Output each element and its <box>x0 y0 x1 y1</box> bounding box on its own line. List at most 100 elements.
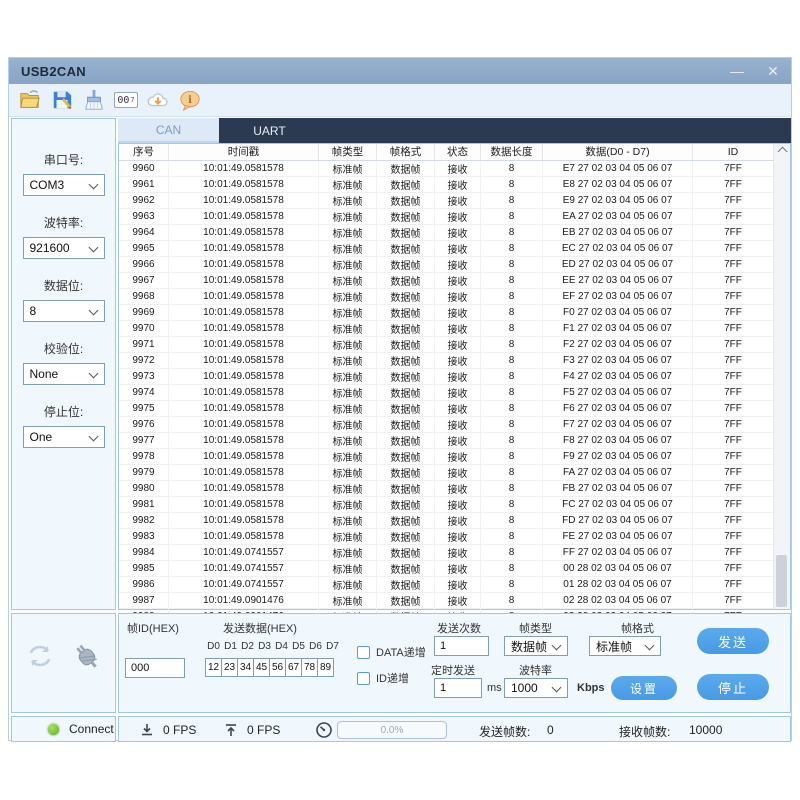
connection-led-icon <box>48 724 59 735</box>
table-row[interactable]: 9962 10:01:49.0581578 标准帧 数据帧 接收 8 E9 27… <box>119 193 773 209</box>
download-button[interactable] <box>145 87 171 113</box>
timed-send-input[interactable]: 1 <box>434 678 482 698</box>
vertical-scrollbar[interactable] <box>773 144 790 609</box>
counter-button[interactable]: 007 <box>113 87 139 113</box>
table-row[interactable]: 9973 10:01:49.0581578 标准帧 数据帧 接收 8 F4 27… <box>119 369 773 385</box>
settings-button[interactable]: 设置 <box>611 676 677 700</box>
byte-input-d4[interactable]: 56 <box>269 658 286 677</box>
table-row[interactable]: 9976 10:01:49.0581578 标准帧 数据帧 接收 8 F7 27… <box>119 417 773 433</box>
table-row[interactable]: 9965 10:01:49.0581578 标准帧 数据帧 接收 8 EC 27… <box>119 241 773 257</box>
byte-input-d7[interactable]: 89 <box>317 658 334 677</box>
byte-input-d2[interactable]: 34 <box>237 658 254 677</box>
table-row[interactable]: 9984 10:01:49.0741557 标准帧 数据帧 接收 8 FF 27… <box>119 545 773 561</box>
stop-button[interactable]: 停止 <box>697 674 769 700</box>
connector-plug-icon[interactable] <box>70 640 104 674</box>
table-row[interactable]: 9978 10:01:49.0581578 标准帧 数据帧 接收 8 F9 27… <box>119 449 773 465</box>
rx-download-icon <box>139 722 155 738</box>
serial-port-label: 串口号: <box>12 151 115 168</box>
table-row[interactable]: 9969 10:01:49.0581578 标准帧 数据帧 接收 8 F0 27… <box>119 305 773 321</box>
window-title: USB2CAN <box>21 64 86 79</box>
timed-send-label: 定时发送 <box>431 662 475 678</box>
close-button[interactable]: ✕ <box>763 58 783 84</box>
table-row[interactable]: 9963 10:01:49.0581578 标准帧 数据帧 接收 8 EA 27… <box>119 209 773 225</box>
tab-uart[interactable]: UART <box>219 118 320 143</box>
stop-bits-select[interactable]: One <box>23 426 105 448</box>
save-icon <box>51 89 73 111</box>
open-file-button[interactable] <box>17 87 43 113</box>
table-row[interactable]: 9980 10:01:49.0581578 标准帧 数据帧 接收 8 FB 27… <box>119 481 773 497</box>
chevron-down-icon <box>552 683 562 693</box>
send-button[interactable]: 发送 <box>697 628 769 654</box>
frame-id-input[interactable]: 000 <box>125 658 185 678</box>
tx-fps-value: 0 FPS <box>247 723 280 737</box>
save-button[interactable] <box>49 87 75 113</box>
table-row[interactable]: 9975 10:01:49.0581578 标准帧 数据帧 接收 8 F6 27… <box>119 401 773 417</box>
frame-format-select[interactable]: 标准帧 <box>589 636 661 656</box>
table-row[interactable]: 9979 10:01:49.0581578 标准帧 数据帧 接收 8 FA 27… <box>119 465 773 481</box>
frame-type-select[interactable]: 数据帧 <box>504 636 568 656</box>
connect-status-panel[interactable]: Connect <box>11 716 116 742</box>
table-row[interactable]: 9968 10:01:49.0581578 标准帧 数据帧 接收 8 EF 27… <box>119 289 773 305</box>
chevron-down-icon <box>88 180 98 190</box>
sent-frames-label: 发送帧数: <box>479 723 530 740</box>
toolbar: 007 i <box>9 84 791 117</box>
table-row[interactable]: 9964 10:01:49.0581578 标准帧 数据帧 接收 8 EB 27… <box>119 225 773 241</box>
table-row[interactable]: 9983 10:01:49.0581578 标准帧 数据帧 接收 8 FE 27… <box>119 529 773 545</box>
table-row[interactable]: 9972 10:01:49.0581578 标准帧 数据帧 接收 8 F3 27… <box>119 353 773 369</box>
window-controls: — ✕ <box>727 58 783 84</box>
baud-rate-select[interactable]: 921600 <box>23 237 105 259</box>
byte-input-d1[interactable]: 23 <box>221 658 238 677</box>
parity-label: 校验位: <box>12 340 115 357</box>
baud-unit-label: Kbps <box>577 682 605 694</box>
table-row[interactable]: 9967 10:01:49.0581578 标准帧 数据帧 接收 8 EE 27… <box>119 273 773 289</box>
serial-port-select[interactable]: COM3 <box>23 174 105 196</box>
data-increment-checkbox[interactable] <box>357 646 370 659</box>
refresh-icon[interactable] <box>24 640 56 672</box>
chevron-down-icon <box>88 243 98 253</box>
connection-icons-panel <box>11 613 116 713</box>
data-bits-select[interactable]: 8 <box>23 300 105 322</box>
table-row[interactable]: 9961 10:01:49.0581578 标准帧 数据帧 接收 8 E8 27… <box>119 177 773 193</box>
send-count-label: 发送次数 <box>437 620 481 636</box>
table-row[interactable]: 9981 10:01:49.0581578 标准帧 数据帧 接收 8 FC 27… <box>119 497 773 513</box>
received-frames-value: 10000 <box>689 723 722 737</box>
scrollbar-thumb[interactable] <box>776 555 787 607</box>
title-bar[interactable]: USB2CAN — ✕ <box>9 58 791 84</box>
table-row[interactable]: 9960 10:01:49.0581578 标准帧 数据帧 接收 8 E7 27… <box>119 161 773 177</box>
minimize-button[interactable]: — <box>727 58 747 84</box>
table-row[interactable]: 9971 10:01:49.0581578 标准帧 数据帧 接收 8 F2 27… <box>119 337 773 353</box>
can-baud-select[interactable]: 1000 <box>504 678 568 698</box>
baud-rate-label: 波特率: <box>12 214 115 231</box>
broom-icon <box>83 89 105 111</box>
parity-select[interactable]: None <box>23 363 105 385</box>
byte-input-d0[interactable]: 12 <box>205 658 222 677</box>
table-row[interactable]: 9970 10:01:49.0581578 标准帧 数据帧 接收 8 F1 27… <box>119 321 773 337</box>
send-data-label: 发送数据(HEX) <box>223 620 297 636</box>
table-row[interactable]: 9987 10:01:49.0901476 标准帧 数据帧 接收 8 02 28… <box>119 593 773 609</box>
table-row[interactable]: 9974 10:01:49.0581578 标准帧 数据帧 接收 8 F5 27… <box>119 385 773 401</box>
col-id: ID <box>693 144 773 160</box>
info-bubble-icon: i <box>179 89 201 111</box>
byte-input-d5[interactable]: 67 <box>285 658 302 677</box>
clear-button[interactable] <box>81 87 107 113</box>
table-row[interactable]: 9985 10:01:49.0741557 标准帧 数据帧 接收 8 00 28… <box>119 561 773 577</box>
table-row[interactable]: 9966 10:01:49.0581578 标准帧 数据帧 接收 8 ED 27… <box>119 257 773 273</box>
byte-input-d6[interactable]: 78 <box>301 658 318 677</box>
id-increment-label: ID递增 <box>376 670 409 686</box>
data-increment-row: DATA递增 <box>357 644 426 660</box>
parity-group: 校验位: None <box>12 340 115 385</box>
stop-bits-label: 停止位: <box>12 403 115 420</box>
status-bar: 0 FPS 0 FPS 0.0% 发送帧数: 0 接收帧数: 10000 <box>118 716 791 742</box>
scroll-up-icon[interactable] <box>778 146 786 154</box>
info-button[interactable]: i <box>177 87 203 113</box>
byte-inputs: 12 23 34 45 56 67 78 89 <box>205 658 334 677</box>
send-panel: 帧ID(HEX) 发送数据(HEX) D0 D1 D2 D3 D4 D5 D6 … <box>118 613 791 713</box>
table-row[interactable]: 9986 10:01:49.0741557 标准帧 数据帧 接收 8 01 28… <box>119 577 773 593</box>
table-row[interactable]: 9982 10:01:49.0581578 标准帧 数据帧 接收 8 FD 27… <box>119 513 773 529</box>
byte-input-d3[interactable]: 45 <box>253 658 270 677</box>
id-increment-checkbox[interactable] <box>357 672 370 685</box>
table-row[interactable]: 9977 10:01:49.0581578 标准帧 数据帧 接收 8 F8 27… <box>119 433 773 449</box>
tab-can[interactable]: CAN <box>118 118 219 143</box>
connect-label: Connect <box>69 722 114 736</box>
send-count-input[interactable]: 1 <box>434 636 489 656</box>
